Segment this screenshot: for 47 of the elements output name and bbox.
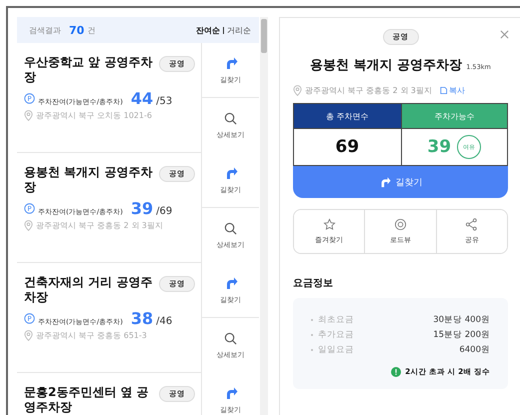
search-icon — [224, 222, 237, 234]
fee-label: 추가요금 — [318, 328, 355, 340]
location-pin-icon — [24, 220, 33, 231]
results-label: 검색결과 — [29, 24, 61, 36]
close-icon[interactable] — [500, 30, 509, 39]
available-spaces: 39 — [427, 137, 452, 157]
results-count: 70 — [69, 24, 84, 36]
stat-header: 총 주차면수 — [294, 104, 400, 128]
fee-value: 15분당 200원 — [433, 328, 490, 340]
sort-option[interactable]: 거리순 — [227, 24, 251, 36]
results-unit: 건 — [87, 24, 96, 36]
roadview-icon — [394, 218, 407, 231]
stat-header: 주차가능수 — [400, 104, 507, 128]
share-icon — [465, 218, 478, 231]
address-text: 광주광역시 북구 중흥동 651-3 — [36, 330, 147, 341]
location-pin-icon — [24, 110, 33, 121]
available-count: 44 — [130, 89, 154, 108]
location-pin-icon — [24, 330, 33, 341]
fee-value: 6400원 — [459, 344, 490, 356]
parking-name[interactable]: 우산중학교 앞 공영주차장 — [24, 55, 153, 85]
document-icon — [438, 86, 448, 95]
fee-label: 최초요금 — [318, 314, 355, 326]
parking-name[interactable]: 문흥2동주민센터 옆 공영주차장 — [24, 385, 153, 415]
total-count: /69 — [156, 206, 172, 217]
total-count: /46 — [156, 316, 172, 327]
total-spaces: 69 — [335, 137, 360, 157]
search-icon — [224, 332, 237, 344]
total-count: /53 — [156, 96, 172, 107]
directions-button[interactable]: 길찾기 — [293, 166, 508, 198]
available-count: 39 — [130, 199, 154, 218]
parking-title: 용봉천 복개지 공영주차장 — [310, 57, 462, 74]
location-pin-icon — [293, 85, 302, 96]
fee-value: 30분당 400원 — [433, 314, 490, 326]
star-icon — [322, 218, 336, 231]
scrollbar[interactable] — [260, 17, 268, 415]
section-title: 요금정보 — [293, 277, 334, 290]
address-text: 광주광역시 북구 중흥동 2 외 3필지 — [305, 85, 432, 96]
search-icon — [224, 112, 237, 124]
available-count: 38 — [130, 309, 154, 328]
address-text: 광주광역시 북구 중흥동 2 외 3필지 — [36, 220, 163, 231]
parking-name[interactable]: 용봉천 복개지 공영주차장 — [24, 165, 153, 195]
alert-icon — [391, 367, 402, 377]
address-text: 광주광역시 북구 오치동 1021-6 — [36, 110, 152, 121]
turn-arrow-icon — [378, 176, 390, 188]
fee-label: 일일요금 — [318, 344, 355, 356]
parking-name[interactable]: 건축자재의 거리 공영주차장 — [24, 275, 153, 305]
sort-option[interactable]: 잔여순 — [196, 24, 220, 36]
